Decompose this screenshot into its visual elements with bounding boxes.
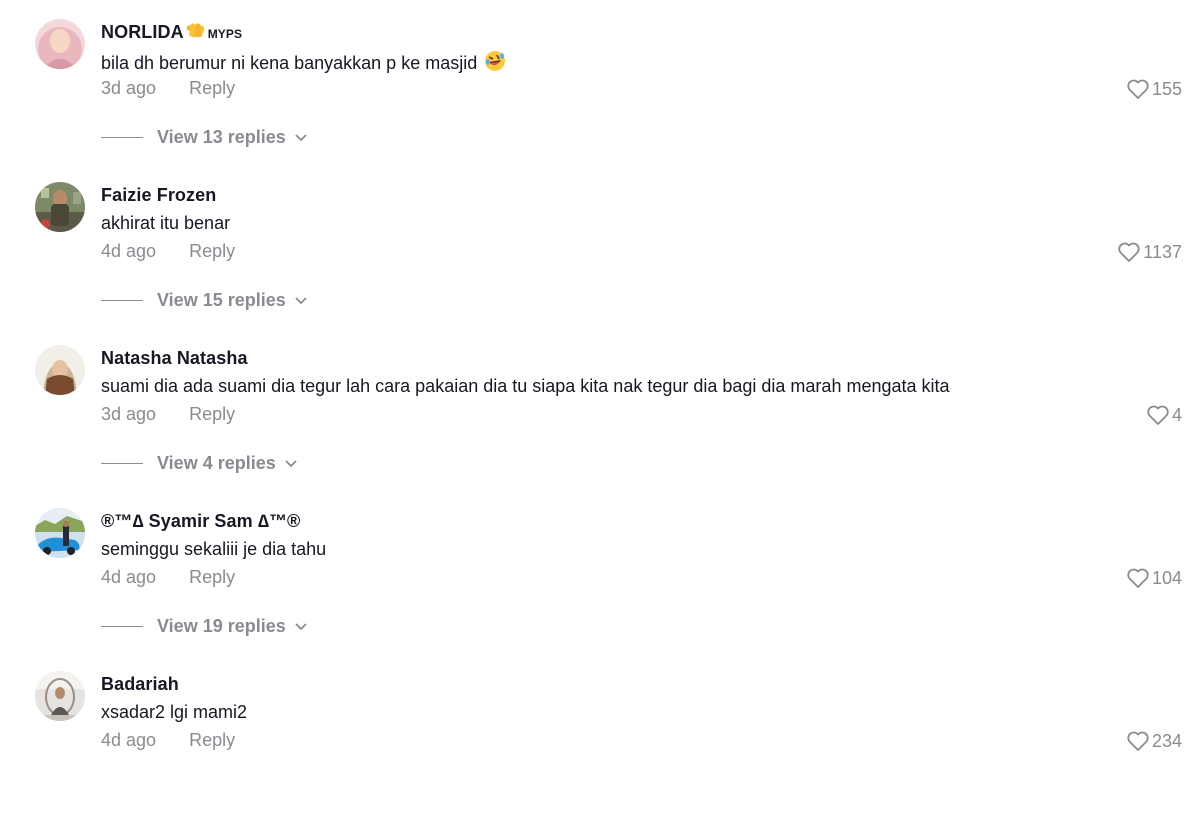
like-count: 1137 xyxy=(1143,241,1182,262)
chevron-down-icon xyxy=(295,296,307,304)
avatar[interactable] xyxy=(35,19,85,69)
view-replies-label: View 15 replies xyxy=(157,290,286,310)
comment-username[interactable]: NORLIDA MYPS xyxy=(101,22,242,45)
comment-username[interactable]: Badariah xyxy=(101,674,179,695)
view-replies-label: View 13 replies xyxy=(157,127,286,147)
comment-time: 4d ago xyxy=(101,241,157,261)
comment-username[interactable]: Faizie Frozen xyxy=(101,185,216,206)
comment-meta: 3d ago Reply xyxy=(101,404,235,425)
comment-time: 3d ago xyxy=(101,404,157,424)
comment-item: Natasha Natasha suami dia ada suami dia … xyxy=(0,326,1200,489)
username-text: NORLIDA xyxy=(101,22,184,42)
like-button[interactable]: 1137 xyxy=(1117,241,1182,263)
view-replies-label: View 4 replies xyxy=(157,453,276,473)
heart-outline-icon xyxy=(1127,79,1149,99)
avatar[interactable] xyxy=(35,508,85,558)
divider-line xyxy=(101,626,143,627)
like-count: 104 xyxy=(1151,567,1182,588)
comment-item: Badariah xsadar2 lgi mami2 4d ago Reply … xyxy=(0,652,1200,815)
chevron-down-icon xyxy=(285,459,297,467)
reply-button[interactable]: Reply xyxy=(189,730,235,750)
avatar[interactable] xyxy=(35,182,85,232)
like-button[interactable]: 4 xyxy=(1146,404,1182,426)
comment-meta: 3d ago Reply xyxy=(101,78,235,99)
comment-time: 3d ago xyxy=(101,78,157,98)
view-replies-button[interactable]: View 15 replies xyxy=(101,290,308,311)
comment-item: ®™∆ Syamir Sam ∆™® seminggu sekaliii je … xyxy=(0,489,1200,652)
comment-item: Faizie Frozen akhirat itu benar 4d ago R… xyxy=(0,163,1200,326)
like-count: 234 xyxy=(1151,730,1182,751)
avatar[interactable] xyxy=(35,345,85,395)
comment-text-content: bila dh berumur ni kena banyakkan p ke m… xyxy=(101,53,478,73)
comment-text: bila dh berumur ni kena banyakkan p ke m… xyxy=(101,50,506,77)
reply-button[interactable]: Reply xyxy=(189,404,235,424)
view-replies-button[interactable]: View 19 replies xyxy=(101,616,308,637)
user-badge: MYPS xyxy=(207,27,243,41)
comment-time: 4d ago xyxy=(101,567,157,587)
view-replies-button[interactable]: View 13 replies xyxy=(101,127,308,148)
comment-text: suami dia ada suami dia tegur lah cara p… xyxy=(101,376,950,396)
clapping-hands-icon xyxy=(184,22,206,45)
view-replies-label: View 19 replies xyxy=(157,616,286,636)
comment-text: xsadar2 lgi mami2 xyxy=(101,702,248,722)
like-count: 155 xyxy=(1151,78,1182,99)
comment-meta: 4d ago Reply xyxy=(101,730,235,751)
comment-time: 4d ago xyxy=(101,730,157,750)
view-replies-button[interactable]: View 4 replies xyxy=(101,453,298,474)
laughing-emoji-icon xyxy=(484,50,506,77)
like-count: 4 xyxy=(1171,404,1182,425)
divider-line xyxy=(101,300,143,301)
comment-meta: 4d ago Reply xyxy=(101,567,235,588)
heart-outline-icon xyxy=(1118,242,1140,262)
reply-button[interactable]: Reply xyxy=(189,567,235,587)
avatar[interactable] xyxy=(35,671,85,721)
heart-outline-icon xyxy=(1127,568,1149,588)
divider-line xyxy=(101,463,143,464)
reply-button[interactable]: Reply xyxy=(189,241,235,261)
like-button[interactable]: 104 xyxy=(1126,567,1182,589)
like-button[interactable]: 234 xyxy=(1126,730,1182,752)
comment-username[interactable]: ®™∆ Syamir Sam ∆™® xyxy=(101,511,300,532)
comment-item: NORLIDA MYPS bila dh berumur ni kena bany… xyxy=(0,0,1200,163)
comment-text: akhirat itu benar xyxy=(101,213,231,233)
divider-line xyxy=(101,137,143,138)
comment-meta: 4d ago Reply xyxy=(101,241,235,262)
comment-text: seminggu sekaliii je dia tahu xyxy=(101,539,327,559)
heart-outline-icon xyxy=(1147,405,1169,425)
heart-outline-icon xyxy=(1127,731,1149,751)
chevron-down-icon xyxy=(295,133,307,141)
comment-username[interactable]: Natasha Natasha xyxy=(101,348,248,369)
like-button[interactable]: 155 xyxy=(1126,78,1182,100)
reply-button[interactable]: Reply xyxy=(189,78,235,98)
chevron-down-icon xyxy=(295,622,307,630)
